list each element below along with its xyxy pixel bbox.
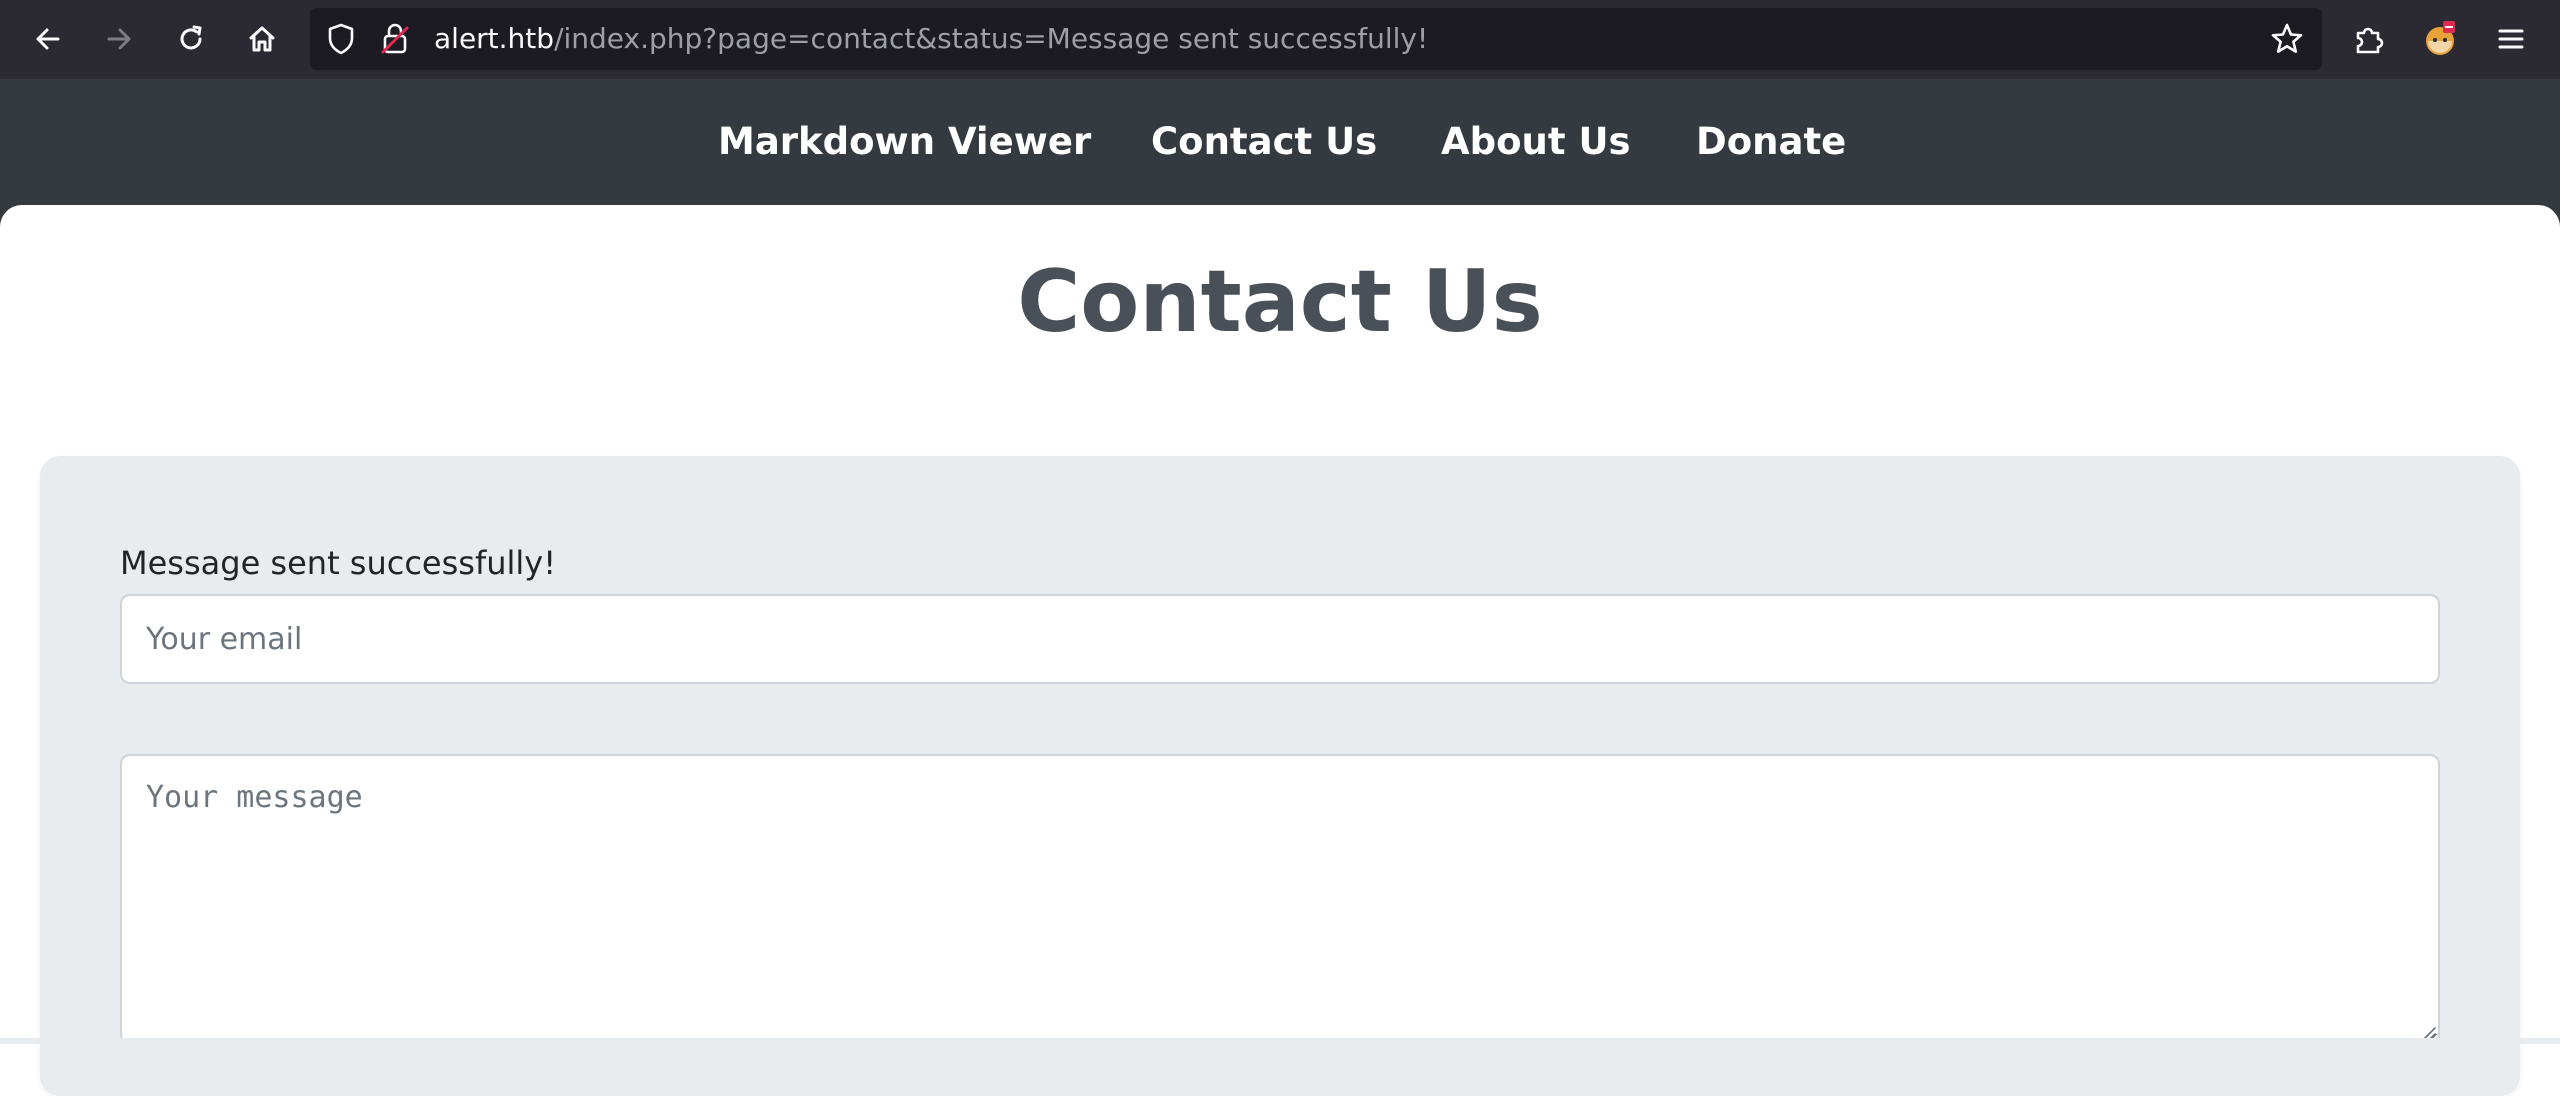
- app-menu-button[interactable]: [2490, 18, 2532, 60]
- home-button[interactable]: [241, 18, 283, 60]
- reload-button[interactable]: [170, 18, 212, 60]
- email-field[interactable]: [120, 594, 2440, 684]
- reload-icon: [180, 25, 202, 50]
- page-title: Contact Us: [1017, 252, 1543, 352]
- bottom-edge: [0, 1038, 2560, 1044]
- bookmark-button[interactable]: [2270, 22, 2304, 60]
- insecure-lock-icon: [381, 23, 409, 54]
- home-icon: [249, 26, 275, 52]
- nav-link-markdown-viewer[interactable]: Markdown Viewer: [718, 79, 1091, 205]
- profile-button[interactable]: [2419, 18, 2461, 60]
- back-arrow-icon: [36, 28, 60, 50]
- shield-icon: [328, 23, 354, 55]
- tracking-protection-button[interactable]: [325, 22, 357, 60]
- nav-link-donate[interactable]: Donate: [1696, 79, 1846, 205]
- message-field[interactable]: [120, 754, 2440, 1044]
- bookmark-star-icon: [2271, 23, 2303, 53]
- url-text[interactable]: alert.htb/index.php?page=contact&status=…: [434, 8, 1428, 70]
- extensions-button[interactable]: [2348, 18, 2390, 60]
- nav-link-about-us[interactable]: About Us: [1441, 79, 1631, 205]
- extensions-icon: [2356, 27, 2384, 54]
- url-host: alert.htb: [434, 22, 555, 55]
- forward-arrow-icon: [107, 28, 131, 50]
- status-message: Message sent successfully!: [120, 544, 557, 582]
- profile-avatar-icon: [2426, 21, 2455, 55]
- hamburger-menu-icon: [2498, 29, 2524, 49]
- site-navbar: Markdown Viewer Contact Us About Us Dona…: [0, 79, 2560, 205]
- back-button[interactable]: [27, 18, 69, 60]
- nav-link-contact-us[interactable]: Contact Us: [1151, 79, 1377, 205]
- url-path: /index.php?page=contact&status=Message s…: [554, 22, 1429, 55]
- url-bar[interactable]: alert.htb/index.php?page=contact&status=…: [310, 8, 2322, 70]
- site-security-button[interactable]: [379, 22, 411, 60]
- browser-toolbar: alert.htb/index.php?page=contact&status=…: [0, 0, 2560, 79]
- forward-button[interactable]: [98, 18, 140, 60]
